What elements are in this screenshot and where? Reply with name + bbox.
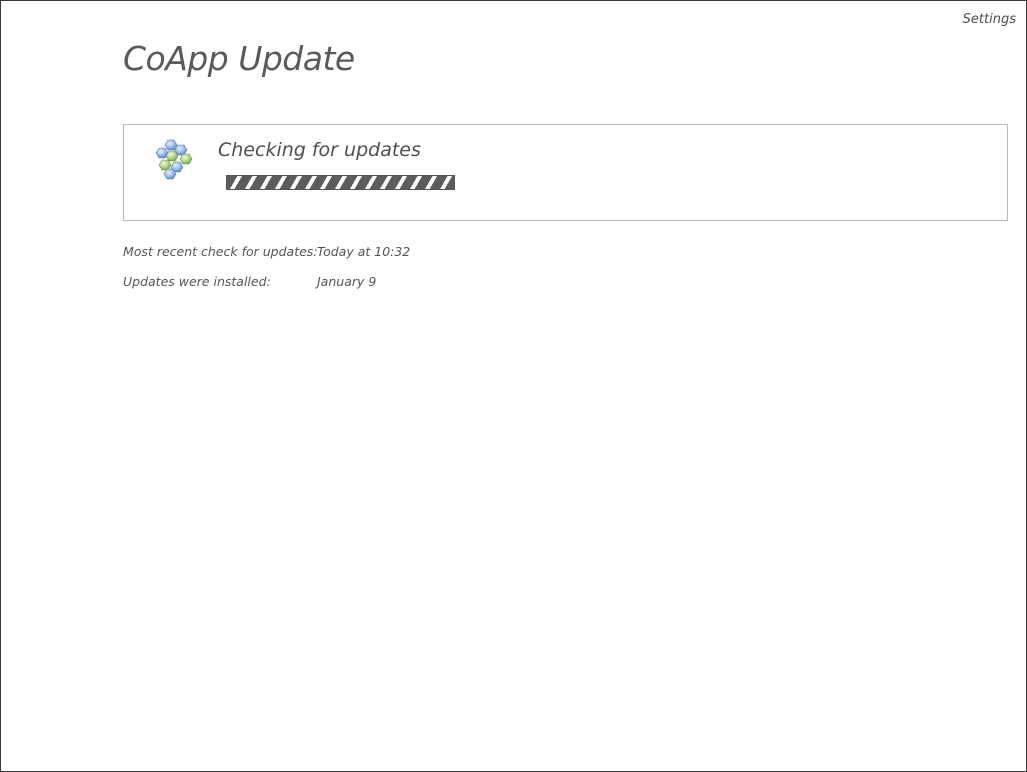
installed-label: Updates were installed:	[123, 274, 271, 289]
update-status-panel: Checking for updates	[123, 124, 1008, 221]
last-check-value: Today at 10:32	[317, 244, 411, 259]
coapp-hexagon-cluster-icon	[155, 139, 193, 180]
page-title: CoApp Update	[123, 39, 355, 78]
progress-bar	[226, 175, 455, 190]
app-window: Settings CoApp Update Checking for updat…	[0, 0, 1027, 772]
status-title: Checking for updates	[218, 139, 421, 161]
installed-value: January 9	[317, 274, 377, 289]
settings-link[interactable]: Settings	[963, 12, 1016, 27]
last-check-label: Most recent check for updates:	[123, 244, 318, 259]
